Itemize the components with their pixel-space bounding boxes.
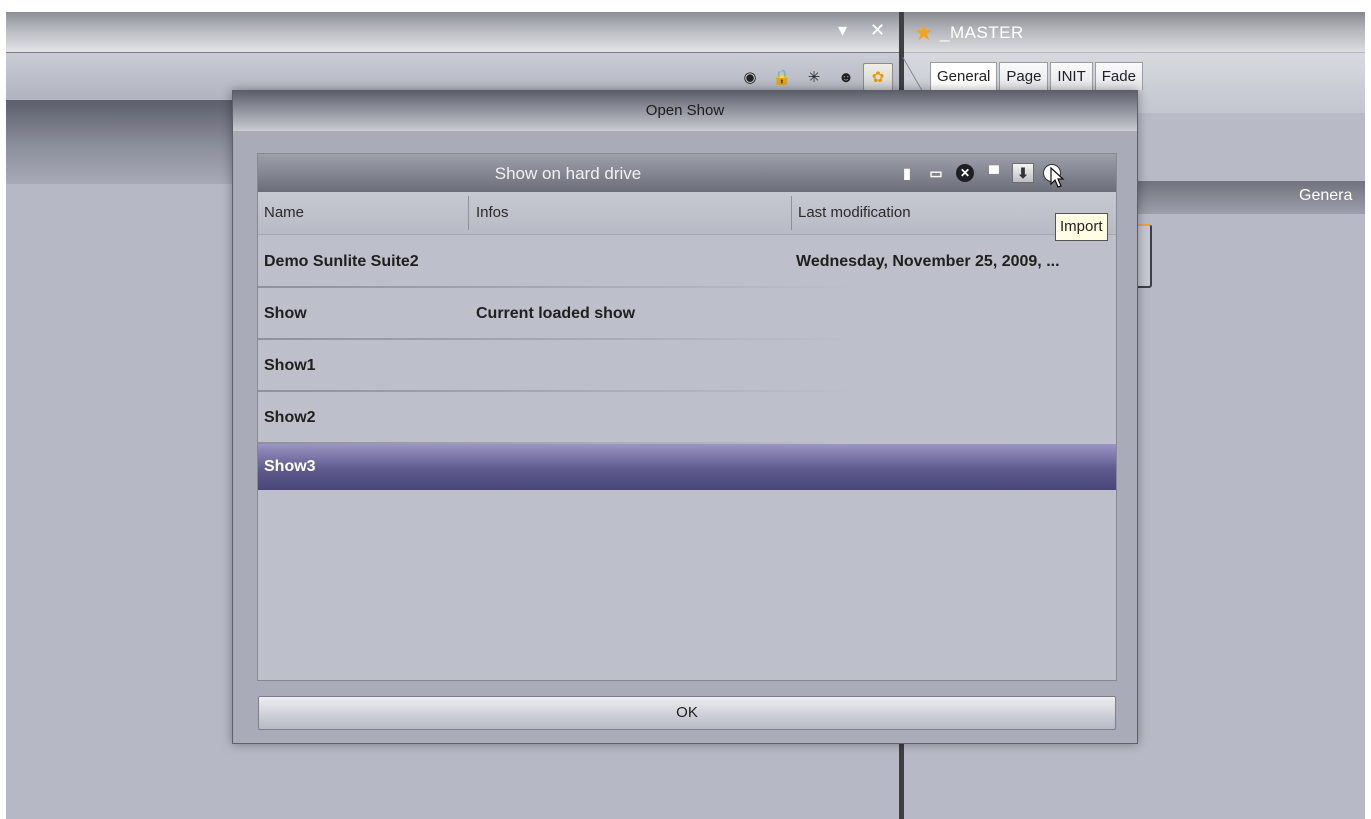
rename-icon[interactable]: ▭ bbox=[925, 163, 947, 183]
column-divider[interactable] bbox=[468, 196, 469, 230]
show-name: Show2 bbox=[264, 409, 316, 426]
new-file-icon[interactable]: ▮ bbox=[896, 163, 918, 183]
show-name: Show bbox=[264, 305, 307, 322]
list-item[interactable]: Show2 bbox=[258, 392, 1116, 444]
face-icon[interactable]: ☻ bbox=[831, 63, 861, 91]
ok-button[interactable]: OK bbox=[258, 696, 1116, 730]
list-item[interactable]: Demo Sunlite Suite2 Wednesday, November … bbox=[258, 236, 1116, 288]
tab-page[interactable]: Page bbox=[999, 62, 1049, 90]
panel-header: Show on hard drive ▮ ▭ ✕ ▀ ⬇ i bbox=[258, 154, 1116, 192]
show-list: Demo Sunlite Suite2 Wednesday, November … bbox=[258, 236, 1116, 490]
import-icon[interactable]: ⬇ bbox=[1012, 163, 1034, 183]
open-show-dialog: Open Show Show on hard drive ▮ ▭ ✕ ▀ ⬇ i… bbox=[232, 90, 1138, 744]
column-header-infos[interactable]: Infos bbox=[476, 204, 509, 221]
tab-init[interactable]: INIT bbox=[1050, 62, 1093, 90]
eye-icon[interactable]: ◉ bbox=[735, 63, 765, 91]
show-name: Show3 bbox=[264, 458, 316, 475]
lock-icon[interactable]: 🔒 bbox=[767, 63, 797, 91]
star-icon[interactable]: ✿ bbox=[863, 63, 893, 91]
show-name: Demo Sunlite Suite2 bbox=[264, 253, 419, 270]
left-header-band bbox=[6, 100, 246, 184]
column-header-last-modification[interactable]: Last modification bbox=[798, 204, 911, 221]
list-item[interactable]: Show1 bbox=[258, 340, 1116, 392]
save-icon[interactable]: ▀ bbox=[983, 163, 1005, 183]
column-header-row: Name Infos Last modification bbox=[258, 192, 1116, 235]
import-tooltip: Import bbox=[1055, 213, 1108, 241]
column-header-name[interactable]: Name bbox=[264, 204, 304, 221]
delete-icon[interactable]: ✕ bbox=[954, 163, 976, 183]
show-name: Show1 bbox=[264, 357, 316, 374]
master-titlebar: ★ _MASTER bbox=[904, 12, 1365, 52]
list-item[interactable]: Show Current loaded show bbox=[258, 288, 1116, 340]
master-title: _MASTER bbox=[940, 23, 1024, 42]
dialog-titlebar[interactable]: Open Show bbox=[233, 91, 1137, 131]
main-titlebar: ▾ ✕ bbox=[6, 12, 899, 53]
show-infos: Current loaded show bbox=[476, 305, 636, 322]
dropdown-icon[interactable]: ▾ bbox=[838, 20, 847, 40]
master-star-icon: ★ bbox=[914, 20, 934, 45]
mouse-cursor-icon bbox=[1050, 167, 1065, 188]
close-icon[interactable]: ✕ bbox=[870, 20, 885, 40]
general-section-label: Genera bbox=[1299, 187, 1353, 204]
sun-icon[interactable]: ✳ bbox=[799, 63, 829, 91]
delete-icon-glyph: ✕ bbox=[956, 164, 974, 182]
dialog-title: Open Show bbox=[645, 102, 725, 119]
tab-general[interactable]: General bbox=[930, 62, 998, 90]
panel-title: Show on hard drive bbox=[494, 164, 642, 183]
list-item-selected[interactable]: Show3 bbox=[258, 444, 1116, 490]
column-divider[interactable] bbox=[791, 196, 792, 230]
tab-fade[interactable]: Fade bbox=[1094, 62, 1143, 90]
show-list-panel: Show on hard drive ▮ ▭ ✕ ▀ ⬇ i Name Info… bbox=[257, 153, 1117, 681]
show-modified: Wednesday, November 25, 2009, ... bbox=[796, 253, 1060, 270]
